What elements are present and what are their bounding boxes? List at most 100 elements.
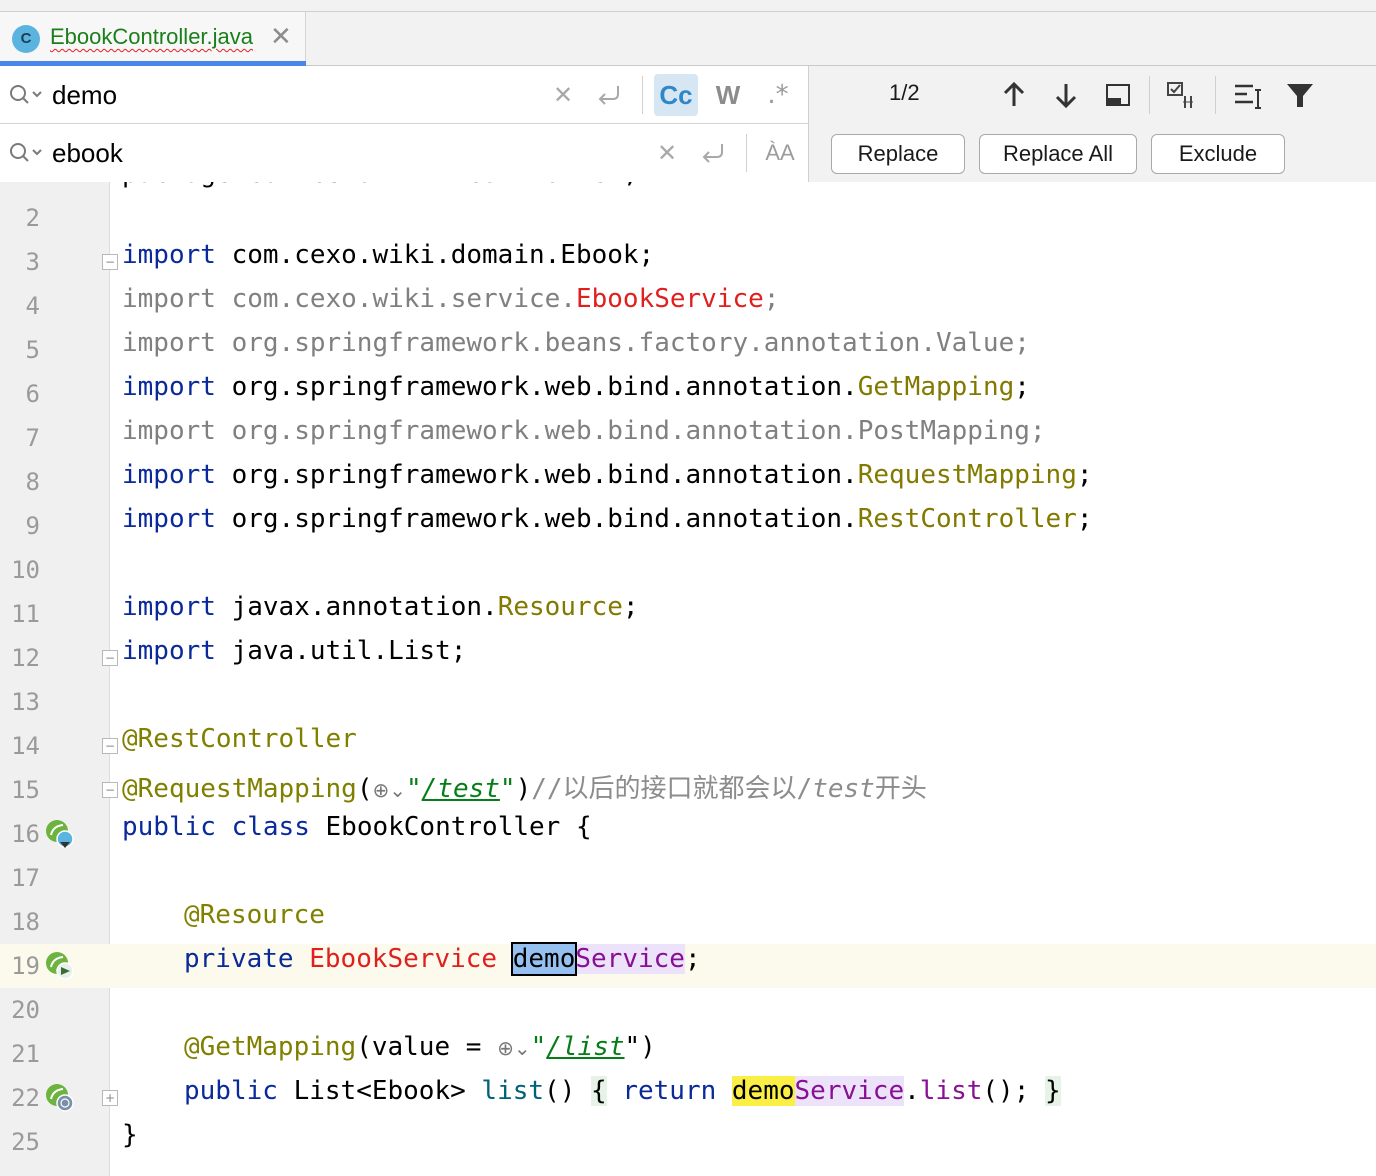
search-in-selection-icon[interactable] [1229,76,1267,114]
preserve-case-toggle[interactable]: ÀA [760,136,800,170]
close-icon[interactable]: ✕ [270,24,292,50]
whole-words-toggle[interactable]: W [708,74,748,116]
code-line: 22 + public List<Ebook> list() { return … [0,1076,1376,1120]
tab-ebookcontroller[interactable]: C EbookController.java ✕ [0,12,306,66]
regex-toggle[interactable]: .* [758,74,798,116]
replace-history-icon[interactable] [8,140,46,166]
code-line: 26 [0,1164,1376,1176]
divider [1215,76,1216,114]
editor-tab-bar: C EbookController.java ✕ [0,12,1376,66]
line-number: 10 [11,556,40,584]
line-number: 19 [11,952,40,980]
code-text: import com.cexo.wiki.service.EbookServic… [122,284,780,314]
code-text: import org.springframework.web.bind.anno… [122,372,1030,402]
code-line: 8 import org.springframework.web.bind.an… [0,460,1376,504]
code-line: 25 } [0,1120,1376,1164]
code-text: import java.util.List; [122,636,467,666]
code-line: 18 @Resource [0,900,1376,944]
code-line: 14 − @RestController [0,724,1376,768]
code-line: 13 [0,680,1376,724]
line-number: 7 [25,424,40,452]
line-number: 9 [25,512,40,540]
line-number: 11 [11,600,40,628]
line-number: 6 [25,380,40,408]
line-number: 26 [0,1164,40,1176]
code-text: @RequestMapping(⊕⌄"/test")//以后的接口就都会以/te… [122,774,927,804]
code-line: 17 [0,856,1376,900]
spring-autowired-icon[interactable] [44,950,76,982]
select-all-occurrences-icon[interactable] [1099,76,1137,114]
replace-all-button[interactable]: Replace All [979,134,1137,174]
code-text: @Resource [184,900,325,930]
code-line: 12 − import java.util.List; [0,636,1376,680]
line-number: 4 [25,292,40,320]
code-line: 16 public class EbookController { [0,812,1376,856]
code-line: 21 @GetMapping(value = ⊕⌄"/list") [0,1032,1376,1076]
line-number: 25 [11,1128,40,1156]
new-line-icon[interactable] [592,78,626,112]
clear-search-icon[interactable]: ✕ [546,78,580,112]
clear-replace-icon[interactable]: ✕ [650,136,684,170]
line-number: 8 [25,468,40,496]
match-count: 1/2 [889,80,920,105]
line-number: 16 [11,820,40,848]
match-case-toggle[interactable]: Cc [654,74,698,116]
find-actions-pane: 1/2 Replace Replace All Exclude [808,66,1376,182]
arrow-down-icon[interactable] [1047,76,1085,114]
divider [746,134,747,172]
code-text: public List<Ebook> list() { return demoS… [184,1076,1061,1106]
line-number: 13 [11,688,40,716]
fold-icon[interactable]: − [102,650,118,666]
filter-icon[interactable] [1281,76,1319,114]
line-number: 3 [25,248,40,276]
code-text: import org.springframework.beans.factory… [122,328,1030,358]
code-line: 10 [0,548,1376,592]
line-number: 5 [25,336,40,364]
divider [642,76,643,114]
code-text: public class EbookController { [122,812,592,842]
fold-icon[interactable]: − [102,254,118,270]
current-search-match: demo [510,942,578,976]
code-text: private EbookService demoService; [184,942,701,976]
search-match: demo [731,1076,795,1106]
code-line: 15 − @RequestMapping(⊕⌄"/test")//以后的接口就都… [0,768,1376,812]
spring-bean-icon[interactable] [44,818,76,850]
code-text: @GetMapping(value = ⊕⌄"/list") [184,1032,656,1062]
filter-search-results-icon[interactable] [1163,76,1201,114]
replace-row: ✕ ÀA [0,124,808,182]
expand-icon[interactable]: + [102,1090,118,1106]
replace-input[interactable] [52,137,532,169]
replace-button[interactable]: Replace [831,134,965,174]
code-line-current: 19 private EbookService demoService; [0,942,1376,988]
spring-endpoint-icon[interactable] [44,1082,76,1114]
line-number: 12 [11,644,40,672]
window-top-strip [0,0,1376,12]
code-editor[interactable]: package com.cexo.wiki.controller; 2 3 − … [0,182,1376,1176]
code-line: 3 − import com.cexo.wiki.domain.Ebook; [0,240,1376,284]
code-text: import org.springframework.web.bind.anno… [122,504,1093,534]
code-line-partial: package com.cexo.wiki.controller; [122,182,639,196]
code-text: import org.springframework.web.bind.anno… [122,416,1046,446]
code-text: } [122,1120,138,1150]
web-url-icon[interactable]: ⊕⌄ [497,1036,531,1060]
line-number: 14 [11,732,40,760]
code-text: import com.cexo.wiki.domain.Ebook; [122,240,655,270]
fold-icon[interactable]: − [102,782,118,798]
search-row: ✕ Cc W .* [0,66,808,124]
arrow-up-icon[interactable] [995,76,1033,114]
code-line: 4 import com.cexo.wiki.service.EbookServ… [0,284,1376,328]
search-input[interactable] [52,79,532,111]
line-number: 15 [11,776,40,804]
code-line: 11 import javax.annotation.Resource; [0,592,1376,636]
exclude-button[interactable]: Exclude [1151,134,1285,174]
line-number: 21 [11,1040,40,1068]
code-line: 20 [0,988,1376,1032]
code-line: 6 import org.springframework.web.bind.an… [0,372,1376,416]
code-text: import javax.annotation.Resource; [122,592,639,622]
search-history-icon[interactable] [8,82,46,108]
new-line-icon[interactable] [696,136,730,170]
fold-icon[interactable]: − [102,738,118,754]
line-number: 20 [11,996,40,1024]
web-url-icon[interactable]: ⊕⌄ [372,778,406,802]
line-number: 17 [11,864,40,892]
